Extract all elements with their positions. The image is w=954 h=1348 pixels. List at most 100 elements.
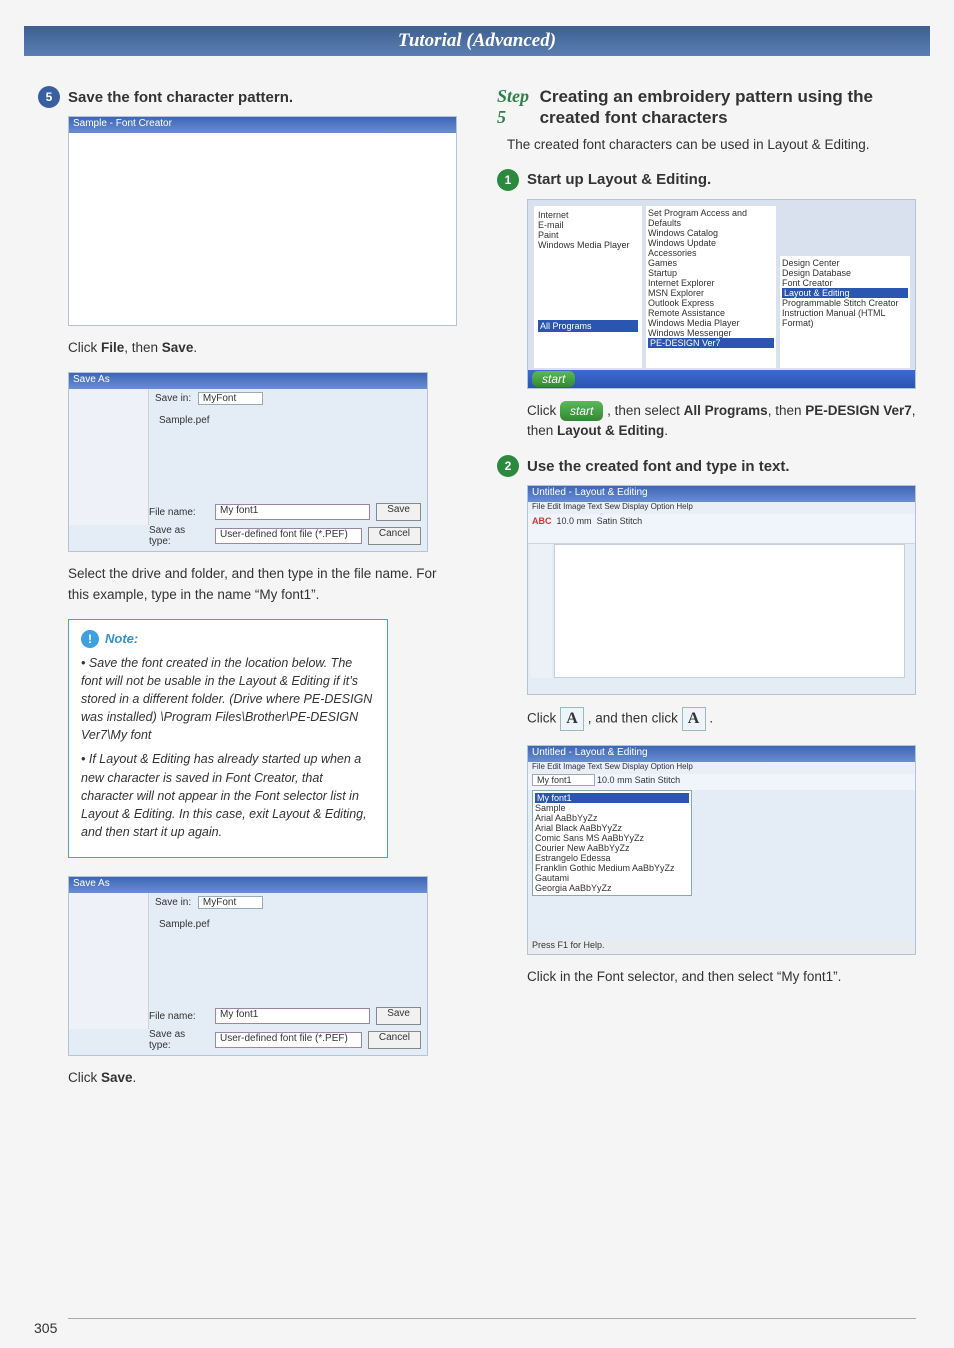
stitch-dropdown[interactable]: Satin Stitch	[597, 516, 643, 526]
le-menubar-2[interactable]: File Edit Image Text Sew Display Option …	[528, 762, 915, 774]
type-dropdown[interactable]: User-defined font file (*.PEF)	[215, 528, 362, 544]
layout-editing-item[interactable]: Layout & Editing	[782, 288, 908, 298]
substep-1-number: 1	[497, 169, 519, 191]
submenu-item[interactable]: Design Database	[782, 268, 908, 278]
instr-font-selector: Click in the Font selector, and then sel…	[527, 967, 916, 987]
step5-title-text: Creating an embroidery pattern using the…	[540, 86, 916, 129]
step5-label: Step 5	[497, 86, 530, 128]
startmenu-left-item[interactable]: Internet	[538, 210, 638, 220]
save-as-title: Save As	[69, 373, 427, 389]
layout-editing-shot-1: Untitled - Layout & Editing File Edit Im…	[527, 485, 916, 695]
save-as-dialog-2: Save As Save in: MyFont Sample.pef File …	[68, 876, 428, 1056]
start-button-in-shot[interactable]: start	[532, 371, 575, 387]
footer-rule	[68, 1318, 916, 1319]
text-tool-icon: A	[560, 707, 584, 731]
startmenu-left-item[interactable]: Paint	[538, 230, 638, 240]
menu-item[interactable]: Startup	[648, 268, 774, 278]
font-list-item[interactable]: Franklin Gothic Medium AaBbYyZz	[535, 863, 689, 873]
font-list-item[interactable]: Georgia AaBbYyZz	[535, 883, 689, 893]
font-list-item[interactable]: Arial Black AaBbYyZz	[535, 823, 689, 833]
cancel-button[interactable]: Cancel	[368, 527, 421, 545]
unit-label: mm	[577, 516, 592, 526]
size-field-2[interactable]: 10.0	[597, 775, 615, 785]
menu-item[interactable]: Outlook Express	[648, 298, 774, 308]
type-dropdown-2[interactable]: User-defined font file (*.PEF)	[215, 1032, 362, 1048]
stitch-dropdown-2[interactable]: Satin Stitch	[635, 775, 681, 785]
filename-input-2[interactable]: My font1	[215, 1008, 370, 1024]
menu-item[interactable]: Internet Explorer	[648, 278, 774, 288]
font-creator-titlebar: Sample - Font Creator	[69, 117, 456, 133]
save-button-2[interactable]: Save	[376, 1007, 421, 1025]
pedesign-item[interactable]: PE-DESIGN Ver7	[648, 338, 774, 348]
menu-item[interactable]: Windows Media Player	[648, 318, 774, 328]
font-selector[interactable]: My font1	[532, 774, 595, 786]
instr-start-layout: Click start , then select All Programs, …	[527, 401, 916, 442]
startmenu-left-item[interactable]: Windows Media Player	[538, 240, 638, 250]
left-column: 5 Save the font character pattern. Sampl…	[38, 86, 457, 1102]
start-button-inline: start	[560, 401, 603, 421]
filename-label: File name:	[149, 507, 209, 518]
file-item[interactable]: Sample.pef	[159, 415, 210, 426]
menu-item[interactable]: Accessories	[648, 248, 774, 258]
menu-item[interactable]: MSN Explorer	[648, 288, 774, 298]
page-number: 305	[34, 1320, 57, 1336]
note-item-2: • If Layout & Editing has already starte…	[81, 750, 375, 841]
abc-toolbar-icon[interactable]: ABC	[532, 516, 552, 526]
all-programs-item[interactable]: All Programs	[538, 320, 638, 332]
instr-select-drive: Select the drive and folder, and then ty…	[68, 564, 457, 605]
substep-2-number: 2	[497, 455, 519, 477]
filename-input[interactable]: My font1	[215, 504, 370, 520]
submenu-item[interactable]: Instruction Manual (HTML Format)	[782, 308, 908, 328]
left-step5-title: Save the font character pattern.	[68, 89, 293, 106]
le-title-1: Untitled - Layout & Editing	[528, 486, 915, 502]
font-list-item[interactable]: Sample	[535, 803, 689, 813]
statusbar: Press F1 for Help.	[528, 940, 915, 954]
save-as-bottom: File name: My font1 Save Save as type: U…	[149, 503, 421, 547]
layout-editing-shot-2: Untitled - Layout & Editing File Edit Im…	[527, 745, 916, 955]
type-label: Save as type:	[149, 525, 209, 547]
menu-item[interactable]: Windows Messenger	[648, 328, 774, 338]
instr-click-file-save: Click File, then Save.	[68, 338, 457, 358]
submenu-item[interactable]: Programmable Stitch Creator	[782, 298, 908, 308]
menu-item[interactable]: Windows Update	[648, 238, 774, 248]
right-sub2-heading: 2 Use the created font and type in text.	[497, 455, 916, 477]
savein-dropdown[interactable]: MyFont	[198, 392, 263, 405]
file-item-2[interactable]: Sample.pef	[159, 919, 210, 930]
filename-label-2: File name:	[149, 1011, 209, 1022]
submenu-item[interactable]: Design Center	[782, 258, 908, 268]
le-menubar-1[interactable]: File Edit Image Text Sew Display Option …	[528, 502, 915, 514]
left-step5-heading: 5 Save the font character pattern.	[38, 86, 457, 108]
font-list-item[interactable]: Gautami	[535, 873, 689, 883]
text-tool-variant-icon: A	[682, 707, 706, 731]
font-list-item[interactable]: Estrangelo Edessa	[535, 853, 689, 863]
font-creator-screenshot: Sample - Font Creator	[68, 116, 457, 326]
savein-label: Save in:	[155, 393, 191, 404]
menu-item[interactable]: Set Program Access and Defaults	[648, 208, 774, 228]
cancel-button-2[interactable]: Cancel	[368, 1031, 421, 1049]
save-as-dialog-1: Save As Save in: MyFont Sample.pef File …	[68, 372, 428, 552]
type-label-2: Save as type:	[149, 1029, 209, 1051]
right-intro: The created font characters can be used …	[507, 135, 916, 155]
start-menu-screenshot: start Internet E-mail Paint Windows Medi…	[527, 199, 916, 389]
menu-item[interactable]: Games	[648, 258, 774, 268]
font-list-item[interactable]: Comic Sans MS AaBbYyZz	[535, 833, 689, 843]
savein-dropdown-2[interactable]: MyFont	[198, 896, 263, 909]
right-sub1-heading: 1 Start up Layout & Editing.	[497, 169, 916, 191]
savein-label-2: Save in:	[155, 897, 191, 908]
step-number-5: 5	[38, 86, 60, 108]
save-as-2-title: Save As	[69, 877, 427, 893]
size-field[interactable]: 10.0	[557, 516, 575, 526]
note-item-1: • Save the font created in the location …	[81, 654, 375, 745]
save-as-nav	[69, 389, 149, 525]
note-icon: !	[81, 630, 99, 648]
save-button[interactable]: Save	[376, 503, 421, 521]
startmenu-left-item[interactable]: E-mail	[538, 220, 638, 230]
menu-item[interactable]: Windows Catalog	[648, 228, 774, 238]
right-step5-heading: Step 5 Creating an embroidery pattern us…	[497, 86, 916, 129]
menu-item[interactable]: Remote Assistance	[648, 308, 774, 318]
submenu-item[interactable]: Font Creator	[782, 278, 908, 288]
font-list-item[interactable]: Arial AaBbYyZz	[535, 813, 689, 823]
unit-label-2: mm	[617, 775, 632, 785]
font-list-item[interactable]: Courier New AaBbYyZz	[535, 843, 689, 853]
font-list-selected[interactable]: My font1	[535, 793, 689, 803]
